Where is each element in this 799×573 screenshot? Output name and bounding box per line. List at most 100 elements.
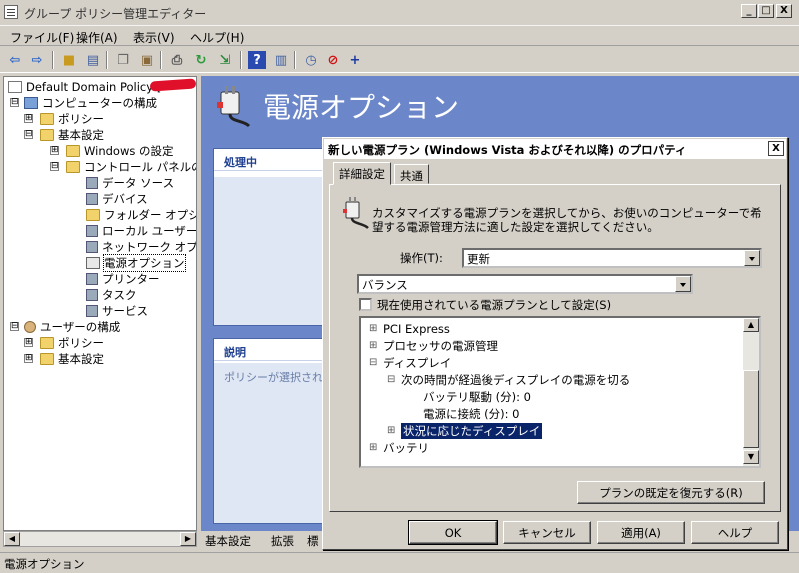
expand-toggle[interactable]: ⊟	[10, 98, 19, 107]
toolbar-separator	[160, 51, 162, 69]
settings-tree-item[interactable]: ⊞ プロセッサの電源管理	[369, 337, 498, 354]
apply-button[interactable]: 適用(A)	[597, 521, 685, 544]
menu-bar: ファイル(F) 操作(A) 表示(V) ヘルプ(H)	[0, 26, 799, 46]
add-icon[interactable]: +	[346, 51, 364, 69]
tree-item-services[interactable]: サービス	[86, 303, 148, 319]
tree-item-label: ポリシー	[58, 336, 104, 350]
settings-tree-item[interactable]: 電源に接続 (分): 0	[423, 405, 519, 422]
export-icon[interactable]: ⇲	[216, 51, 234, 69]
refresh-icon[interactable]: ↻	[192, 51, 210, 69]
tree-item-folder-options[interactable]: フォルダー オプション	[86, 207, 196, 223]
tree-item-tasks[interactable]: タスク	[86, 287, 137, 303]
maximize-button[interactable]: □	[758, 4, 774, 18]
delete-icon[interactable]: ⊘	[324, 51, 342, 69]
chevron-down-icon[interactable]	[675, 276, 691, 292]
scroll-left-arrow-icon[interactable]: ◀	[4, 532, 20, 546]
paste-icon[interactable]: ▣	[138, 51, 156, 69]
tab-extended[interactable]: 拡張	[271, 533, 294, 549]
tree-item-user-preferences[interactable]: 基本設定	[40, 351, 104, 367]
scroll-right-arrow-icon[interactable]: ▶	[180, 532, 196, 546]
dialog-close-button[interactable]: X	[768, 141, 784, 156]
title-bar: グループ ポリシー管理エディター _ □ X	[0, 0, 799, 26]
copy-icon[interactable]: ❐	[114, 51, 132, 69]
help-button[interactable]: ヘルプ	[691, 521, 779, 544]
tree-item-label: フォルダー オプション	[104, 208, 196, 222]
settings-tree[interactable]: ⊞ PCI Express ⊞ プロセッサの電源管理 ⊟ ディスプレイ ⊟ 次の…	[359, 316, 761, 468]
up-folder-icon[interactable]: ■	[60, 51, 78, 69]
show-tree-icon[interactable]: ▤	[84, 51, 102, 69]
menu-file[interactable]: ファイル(F)	[10, 29, 74, 46]
settings-tree-item[interactable]: ⊞ PCI Express	[369, 320, 450, 337]
menu-view[interactable]: 表示(V)	[133, 29, 175, 46]
expand-toggle[interactable]: ⊞	[387, 425, 401, 436]
tab-advanced-settings[interactable]: 詳細設定	[333, 162, 391, 185]
expand-toggle[interactable]: ⊞	[24, 338, 33, 347]
scrollbar-thumb[interactable]	[743, 370, 759, 448]
tree-item-control-panel[interactable]: コントロール パネルの設	[66, 159, 196, 175]
redaction-mark	[149, 78, 196, 92]
minimize-button[interactable]: _	[741, 4, 757, 18]
expand-toggle[interactable]: ⊞	[369, 323, 383, 334]
chevron-down-icon[interactable]	[744, 250, 760, 266]
toolbar-separator	[240, 51, 242, 69]
console-tree[interactable]: Default Domain Policy [ ⊟ コンピューターの構成 ⊞ ポ…	[3, 76, 197, 531]
tree-item-computer-config[interactable]: コンピューターの構成	[24, 95, 157, 111]
settings-tree-item[interactable]: ⊟ ディスプレイ	[369, 354, 451, 371]
tab-preferences[interactable]: 基本設定	[205, 533, 251, 549]
expand-toggle[interactable]: ⊞	[369, 442, 383, 453]
settings-tree-label: 次の時間が経過後ディスプレイの電源を切る	[401, 372, 631, 387]
settings-tree-scrollbar[interactable]: ▲ ▼	[743, 318, 759, 466]
properties-icon[interactable]: ▥	[272, 51, 290, 69]
expand-toggle[interactable]: ⊞	[24, 354, 33, 363]
settings-tree-item[interactable]: ⊞ バッテリ	[369, 439, 429, 456]
tree-item-user-config[interactable]: ユーザーの構成	[24, 319, 120, 335]
expand-toggle[interactable]: ⊟	[50, 162, 59, 171]
tree-item-printers[interactable]: プリンター	[86, 271, 160, 287]
settings-tree-label: ディスプレイ	[383, 355, 452, 370]
scroll-down-arrow-icon[interactable]: ▼	[743, 450, 759, 464]
tree-item-power-options[interactable]: 電源オプション	[86, 254, 186, 272]
action-select[interactable]: 更新	[462, 248, 762, 268]
processing-header-label: 処理中	[224, 156, 257, 169]
tree-item-preferences[interactable]: 基本設定	[40, 127, 104, 143]
folder-icon	[40, 129, 54, 141]
print-icon[interactable]: ⎙	[168, 51, 186, 69]
settings-tree-item[interactable]: ⊟ 次の時間が経過後ディスプレイの電源を切る	[387, 371, 630, 388]
expand-toggle[interactable]: ⊟	[387, 374, 401, 385]
expand-toggle[interactable]: ⊟	[369, 357, 383, 368]
ok-button[interactable]: OK	[408, 520, 498, 545]
folder-icon	[40, 113, 54, 125]
tree-item-user-policy[interactable]: ポリシー	[40, 335, 104, 351]
menu-help[interactable]: ヘルプ(H)	[190, 29, 244, 46]
power-plan-select[interactable]: バランス	[357, 274, 693, 294]
back-arrow-icon[interactable]: ⇦	[6, 51, 24, 69]
expand-toggle[interactable]: ⊞	[24, 114, 33, 123]
tree-horizontal-scrollbar[interactable]: ◀ ▶	[3, 531, 197, 547]
close-button[interactable]: X	[776, 4, 792, 18]
settings-tree-item[interactable]: バッテリ駆動 (分): 0	[423, 388, 531, 405]
expand-toggle[interactable]: ⊟	[10, 322, 19, 331]
expand-toggle[interactable]: ⊞	[369, 340, 383, 351]
cancel-button[interactable]: キャンセル	[503, 521, 591, 544]
tree-item-local-users[interactable]: ローカル ユーザーと	[86, 223, 196, 239]
tree-item-data-source[interactable]: データ ソース	[86, 175, 174, 191]
forward-arrow-icon[interactable]: ⇨	[28, 51, 46, 69]
help-icon[interactable]: ?	[248, 51, 266, 69]
expand-toggle[interactable]: ⊞	[50, 146, 59, 155]
set-active-plan-checkbox[interactable]	[359, 298, 372, 311]
power-plan-icon	[343, 197, 369, 229]
properties-dialog: 新しい電源プラン (Windows Vista およびそれ以降) のプロパティ …	[322, 137, 788, 550]
scroll-up-arrow-icon[interactable]: ▲	[743, 318, 759, 332]
tree-root[interactable]: Default Domain Policy [	[8, 79, 161, 95]
new-icon[interactable]: ◷	[302, 51, 320, 69]
expand-toggle[interactable]: ⊟	[24, 130, 33, 139]
tab-standard[interactable]: 標	[307, 533, 319, 549]
tree-item-windows-settings[interactable]: Windows の設定	[66, 143, 174, 159]
tab-common[interactable]: 共通	[394, 164, 429, 184]
menu-action[interactable]: 操作(A)	[76, 29, 118, 46]
settings-tree-item-selected[interactable]: ⊞ 状況に応じたディスプレイ	[387, 422, 543, 439]
tree-item-devices[interactable]: デバイス	[86, 191, 148, 207]
tree-item-network-options[interactable]: ネットワーク オプショ	[86, 239, 196, 255]
restore-defaults-button[interactable]: プランの既定を復元する(R)	[577, 481, 765, 504]
tree-item-policy[interactable]: ポリシー	[40, 111, 104, 127]
